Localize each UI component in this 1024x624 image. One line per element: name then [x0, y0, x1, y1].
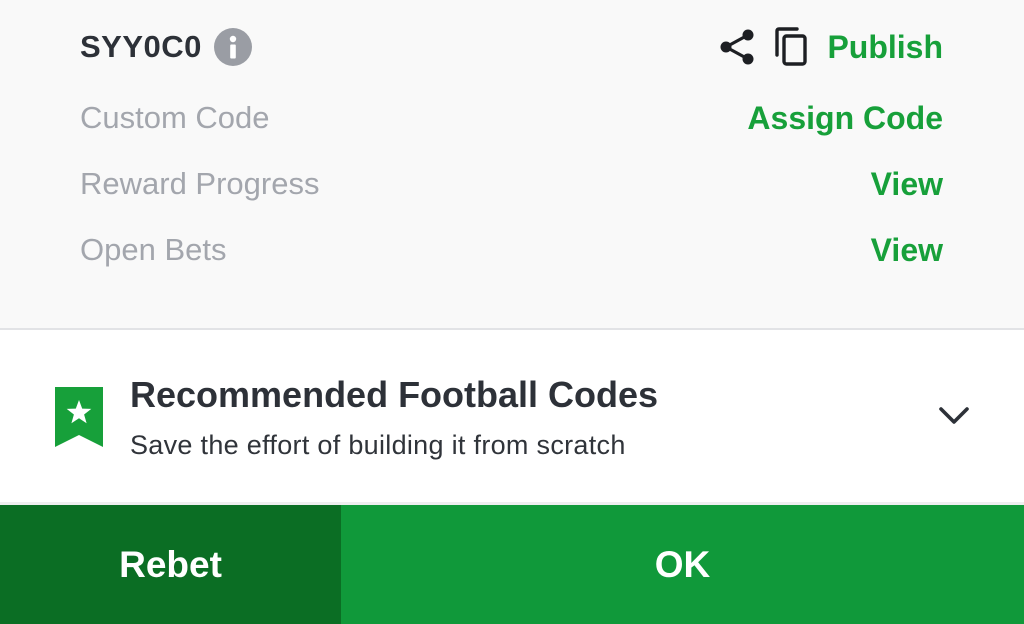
recommended-codes-section[interactable]: Recommended Football Codes Save the effo… [0, 330, 1024, 502]
chevron-down-icon[interactable] [936, 403, 972, 434]
info-icon[interactable] [213, 28, 252, 66]
ok-button[interactable]: OK [341, 505, 1024, 624]
publish-button[interactable]: Publish [827, 29, 943, 66]
open-bets-label: Open Bets [80, 232, 227, 267]
recommended-subtitle: Save the effort of building it from scra… [130, 430, 626, 460]
custom-code-label: Custom Code [80, 100, 270, 135]
reward-progress-row: Reward Progress View [80, 161, 943, 207]
booking-code-actions: Publish [719, 27, 943, 67]
reward-progress-label: Reward Progress [80, 166, 320, 201]
star-bookmark-icon [55, 387, 103, 452]
custom-code-row: Custom Code Assign Code [80, 95, 943, 141]
share-icon[interactable] [719, 28, 755, 66]
copy-icon[interactable] [773, 27, 809, 67]
booking-code-row: SYY0C0 Publish [80, 22, 943, 72]
bet-details-panel: SYY0C0 Publish Custom Code Assign Code R… [0, 0, 1024, 328]
rebet-button[interactable]: Rebet [0, 505, 341, 624]
booking-code-group: SYY0C0 [80, 28, 252, 66]
assign-code-button[interactable]: Assign Code [747, 100, 943, 137]
open-bets-view-link[interactable]: View [871, 232, 943, 269]
booking-code: SYY0C0 [80, 29, 202, 64]
open-bets-row: Open Bets View [80, 227, 943, 273]
reward-progress-view-link[interactable]: View [871, 166, 943, 203]
recommended-title: Recommended Football Codes [130, 374, 659, 415]
